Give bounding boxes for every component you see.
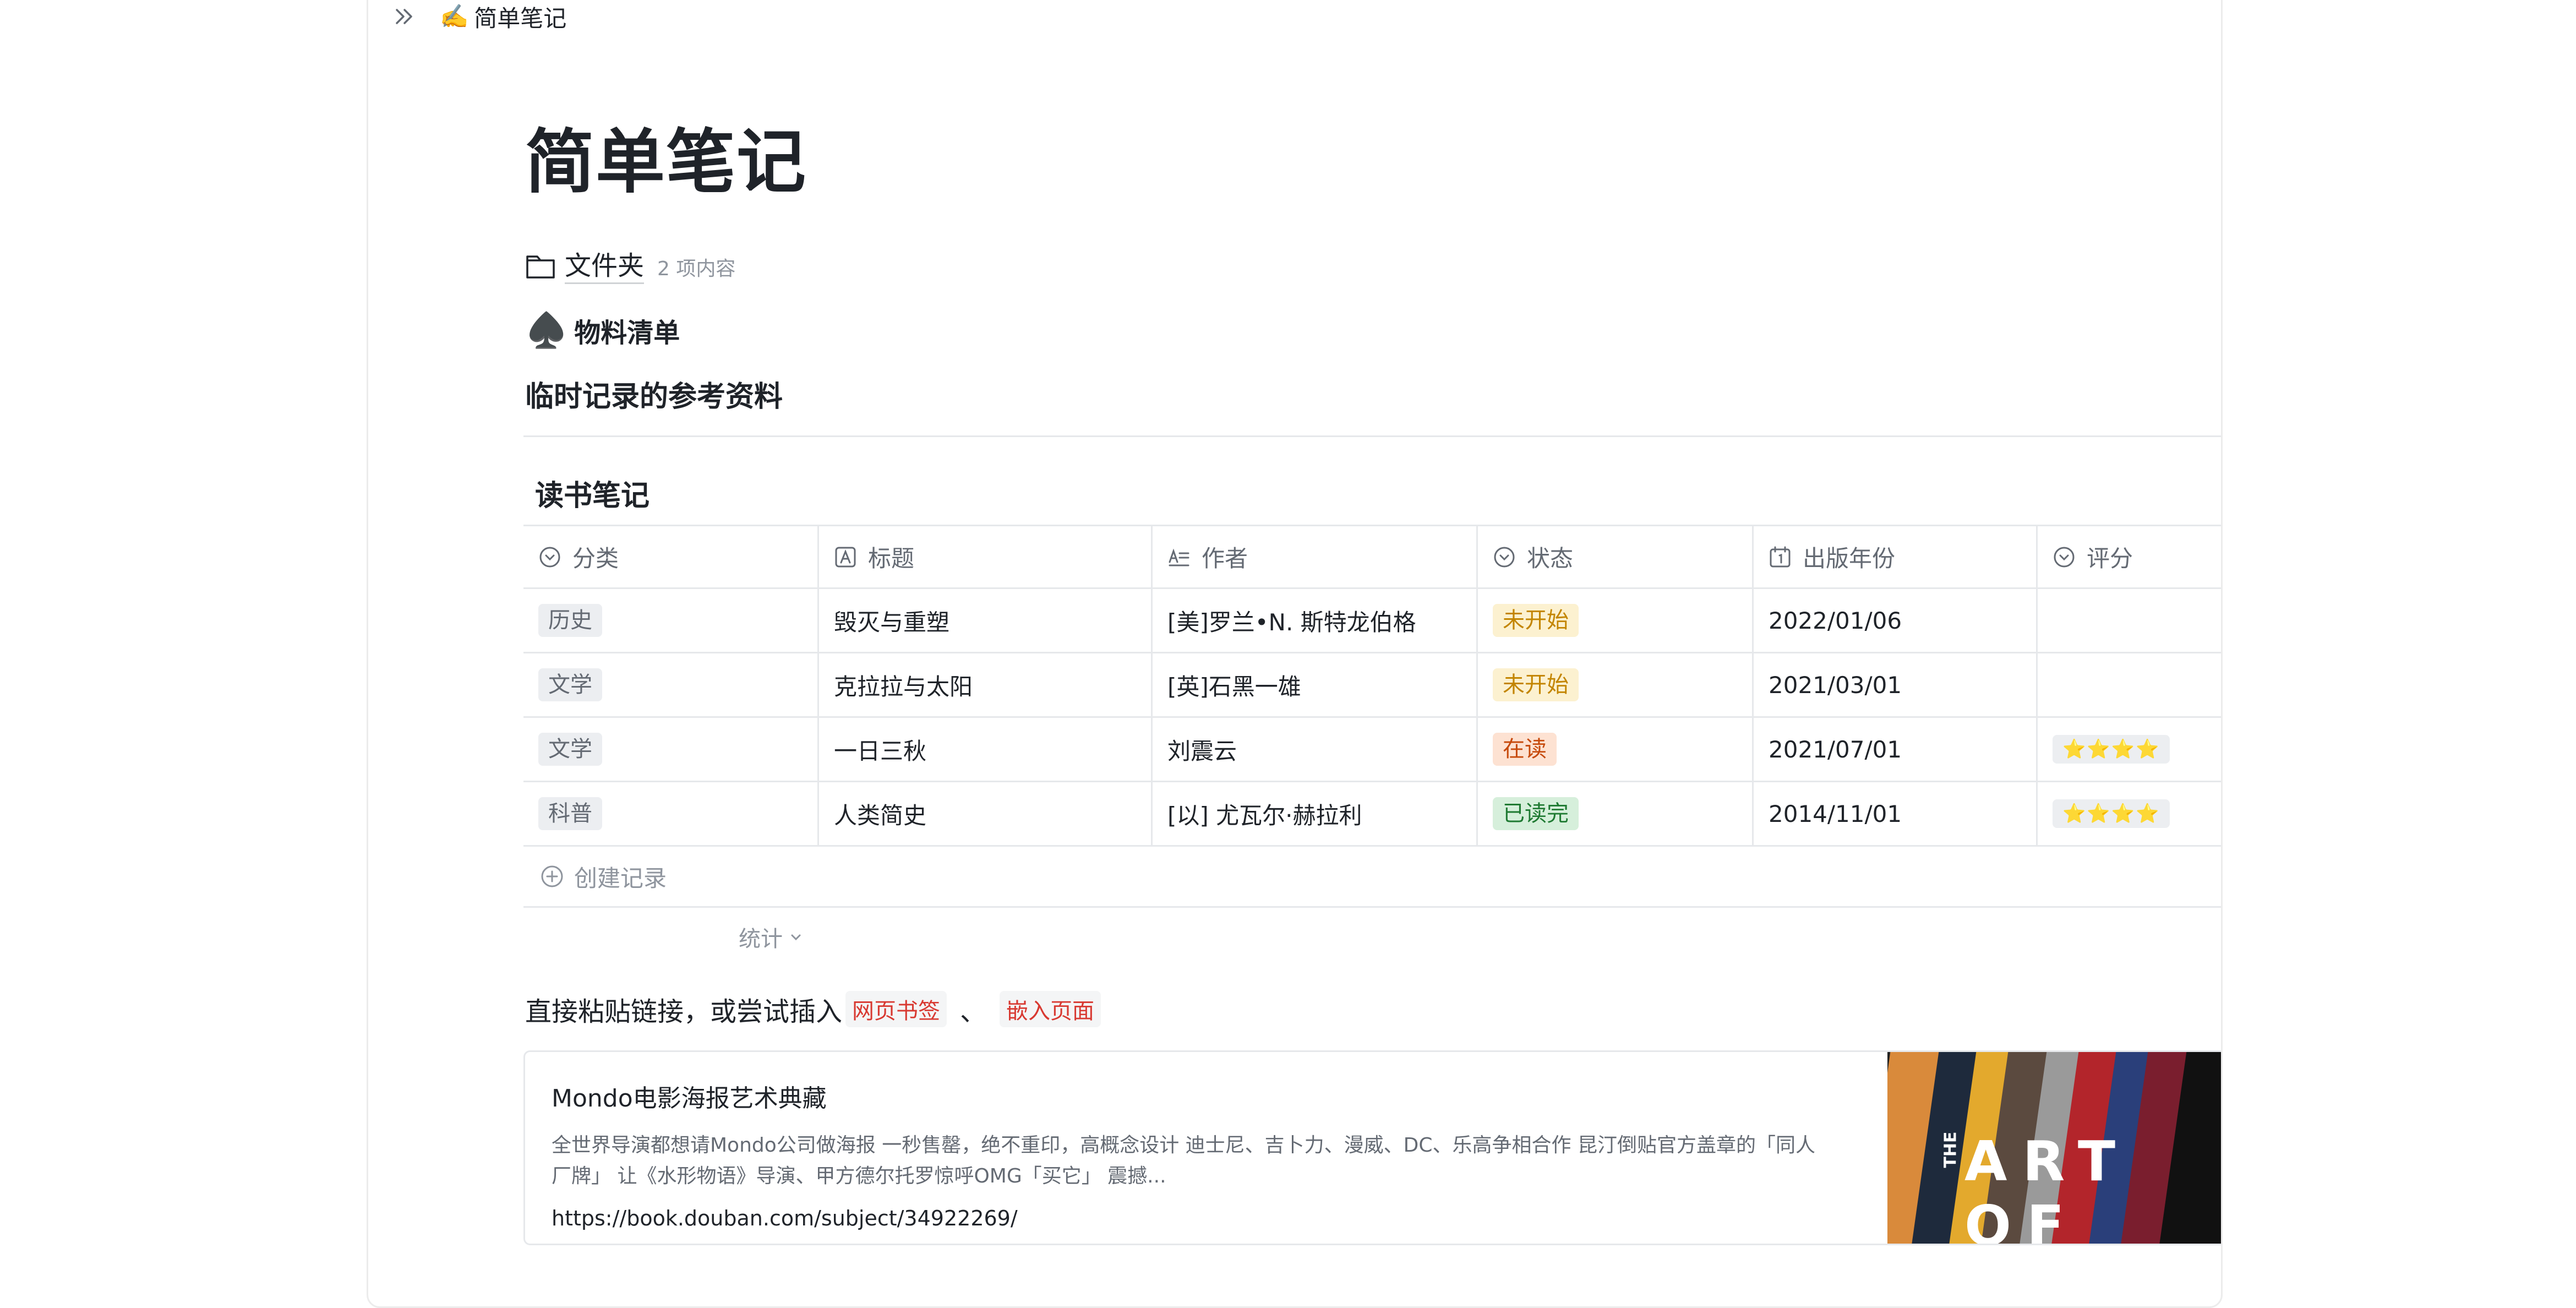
bookmark-insert-link[interactable]: 网页书签 — [845, 991, 947, 1027]
column-header-label: 状态 — [1527, 545, 1574, 572]
reading-notes-table: 分类 标题 作者 状态 出版年份 评分 历史 毁灭与重塑 [美]罗兰•N. 斯特… — [523, 525, 2221, 908]
select-icon — [1493, 546, 1516, 569]
cover-small-text: THE — [1941, 1131, 1961, 1168]
reference-heading[interactable]: 临时记录的参考资料 — [525, 373, 783, 415]
document-page: ✍️ 简单笔记 简单笔记 文件夹 2 项内容 ♠️ 物料清单 临时记录的参考资料… — [367, 0, 2223, 1308]
category-tag: 文学 — [538, 733, 602, 766]
paste-hint-text: 直接粘贴链接，或尝试插入 — [525, 996, 843, 1027]
column-header-rating[interactable]: 评分 — [2038, 526, 2221, 587]
category-cell[interactable]: 科普 — [523, 782, 819, 845]
column-header-label: 评分 — [2087, 545, 2133, 572]
status-badge: 未开始 — [1493, 668, 1579, 701]
column-header-title[interactable]: 标题 — [819, 526, 1153, 587]
bookmark-url[interactable]: https://book.douban.com/subject/34922269… — [552, 1206, 1861, 1230]
table-row[interactable]: 文学 克拉拉与太阳 [英]石黑一雄 未开始 2021/03/01 — [523, 653, 2221, 718]
status-badge: 未开始 — [1493, 604, 1579, 637]
select-icon — [538, 546, 561, 569]
table-header-row: 分类 标题 作者 状态 出版年份 评分 — [523, 526, 2221, 589]
category-cell[interactable]: 历史 — [523, 589, 819, 652]
category-tag: 文学 — [538, 668, 602, 701]
folder-icon — [525, 252, 556, 282]
year-cell[interactable]: 2021/07/01 — [1754, 718, 2038, 781]
rating-cell[interactable]: ⭐⭐⭐⭐ — [2038, 782, 2221, 845]
status-cell[interactable]: 未开始 — [1478, 653, 1754, 716]
rating-cell[interactable] — [2038, 653, 2221, 716]
category-cell[interactable]: 文学 — [523, 653, 819, 716]
paste-hint: 直接粘贴链接，或尝试插入 网页书签 、 嵌入页面 — [525, 990, 1104, 1028]
top-bar: ✍️ 简单笔记 — [391, 0, 566, 34]
year-cell[interactable]: 2014/11/01 — [1754, 782, 2038, 845]
folder-name[interactable]: 文件夹 — [565, 249, 645, 284]
column-header-category[interactable]: 分类 — [523, 526, 819, 587]
title-cell[interactable]: 克拉拉与太阳 — [819, 653, 1153, 716]
rating-stars: ⭐⭐⭐⭐ — [2053, 799, 2170, 828]
status-cell[interactable]: 已读完 — [1478, 782, 1754, 845]
column-header-year[interactable]: 出版年份 — [1754, 526, 2038, 587]
status-cell[interactable]: 未开始 — [1478, 589, 1754, 652]
writing-hand-icon: ✍️ — [440, 3, 469, 30]
statistics-dropdown[interactable]: 统计 — [739, 921, 804, 953]
year-cell[interactable]: 2021/03/01 — [1754, 653, 2038, 716]
table-row[interactable]: 文学 一日三秋 刘震云 在读 2021/07/01 ⭐⭐⭐⭐ — [523, 718, 2221, 782]
column-header-label: 作者 — [1202, 545, 1248, 572]
table-title[interactable]: 读书笔记 — [535, 472, 650, 514]
column-header-author[interactable]: 作者 — [1153, 526, 1478, 587]
rating-stars: ⭐⭐⭐⭐ — [2053, 735, 2170, 764]
column-header-label: 出版年份 — [1803, 545, 1896, 572]
calendar-icon — [1769, 546, 1792, 569]
column-header-label: 标题 — [868, 545, 915, 572]
author-cell[interactable]: 刘震云 — [1153, 718, 1478, 781]
status-badge: 在读 — [1493, 733, 1557, 766]
separator: 、 — [960, 996, 987, 1027]
folder-link[interactable]: 文件夹 2 项内容 — [525, 249, 735, 284]
title-cell[interactable]: 毁灭与重塑 — [819, 589, 1153, 652]
cover-title-text: ART OF — [1964, 1129, 2131, 1244]
text-lines-icon — [1167, 546, 1191, 569]
chevron-down-icon — [788, 929, 804, 945]
author-cell[interactable]: [英]石黑一雄 — [1153, 653, 1478, 716]
materials-list-link[interactable]: ♠️ 物料清单 — [525, 311, 680, 350]
embed-page-link[interactable]: 嵌入页面 — [1000, 991, 1101, 1027]
year-cell[interactable]: 2022/01/06 — [1754, 589, 2038, 652]
bookmark-text: Mondo电影海报艺术典藏 全世界导演都想请Mondo公司做海报 一秒售罄，绝不… — [525, 1052, 1887, 1244]
create-record-label: 创建记录 — [574, 864, 667, 892]
statistics-label: 统计 — [739, 926, 783, 952]
bookmark-description: 全世界导演都想请Mondo公司做海报 一秒售罄，绝不重印，高概念设计 迪士尼、吉… — [552, 1134, 1815, 1187]
rating-cell[interactable] — [2038, 589, 2221, 652]
column-header-status[interactable]: 状态 — [1478, 526, 1754, 587]
plus-circle-icon — [540, 864, 564, 889]
status-cell[interactable]: 在读 — [1478, 718, 1754, 781]
bookmark-cover-image: THE ART OF — [1887, 1052, 2221, 1244]
column-header-label: 分类 — [572, 545, 619, 572]
folder-count: 2 项内容 — [657, 257, 736, 280]
materials-list-label: 物料清单 — [574, 318, 680, 348]
bookmark-title: Mondo电影海报艺术典藏 — [552, 1084, 827, 1113]
status-badge: 已读完 — [1493, 797, 1579, 830]
page-title[interactable]: 简单笔记 — [525, 106, 807, 206]
rating-cell[interactable]: ⭐⭐⭐⭐ — [2038, 718, 2221, 781]
breadcrumb-title: 简单笔记 — [474, 4, 567, 32]
category-tag: 科普 — [538, 797, 602, 830]
select-icon — [2053, 546, 2076, 569]
create-record-button[interactable]: 创建记录 — [523, 847, 2221, 908]
web-bookmark-card[interactable]: Mondo电影海报艺术典藏 全世界导演都想请Mondo公司做海报 一秒售罄，绝不… — [523, 1050, 2221, 1245]
breadcrumb[interactable]: ✍️ 简单笔记 — [440, 0, 566, 34]
author-cell[interactable]: [美]罗兰•N. 斯特龙伯格 — [1153, 589, 1478, 652]
table-row[interactable]: 历史 毁灭与重塑 [美]罗兰•N. 斯特龙伯格 未开始 2022/01/06 — [523, 589, 2221, 653]
text-field-icon — [834, 546, 857, 569]
spade-icon: ♠️ — [525, 310, 568, 350]
expand-sidebar-icon[interactable] — [391, 3, 418, 30]
table-row[interactable]: 科普 人类简史 [以] 尤瓦尔·赫拉利 已读完 2014/11/01 ⭐⭐⭐⭐ — [523, 782, 2221, 847]
divider — [523, 435, 2221, 437]
category-tag: 历史 — [538, 604, 602, 637]
category-cell[interactable]: 文学 — [523, 718, 819, 781]
title-cell[interactable]: 人类简史 — [819, 782, 1153, 845]
author-cell[interactable]: [以] 尤瓦尔·赫拉利 — [1153, 782, 1478, 845]
title-cell[interactable]: 一日三秋 — [819, 718, 1153, 781]
